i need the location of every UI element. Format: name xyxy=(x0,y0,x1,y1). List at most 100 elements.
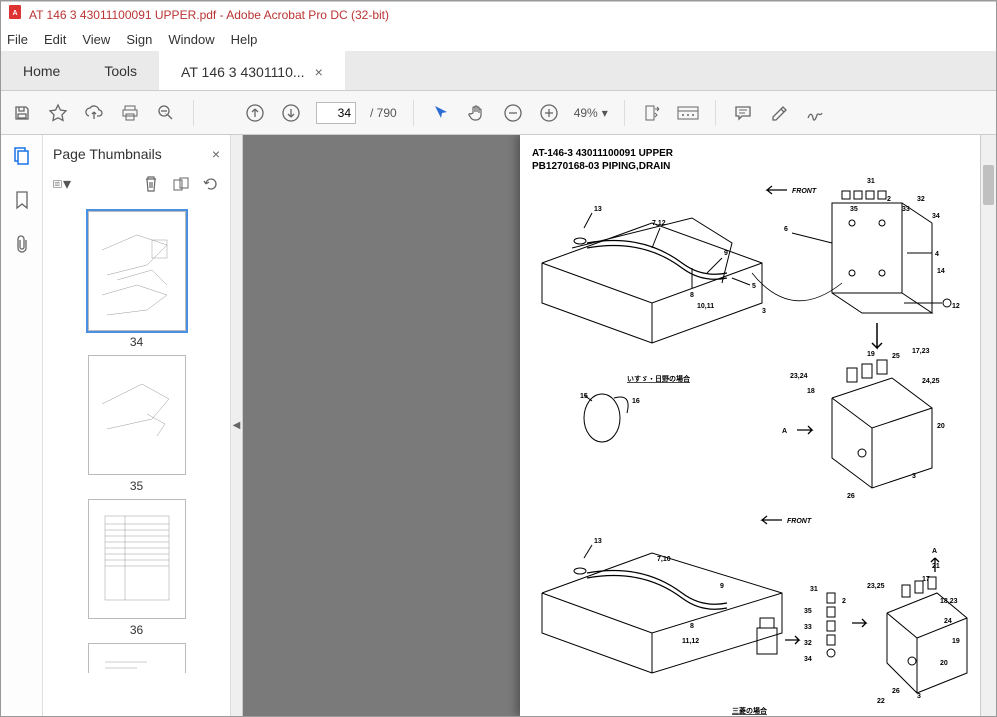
cloud-upload-icon[interactable] xyxy=(83,102,105,124)
tab-document[interactable]: AT 146 3 4301110... × xyxy=(159,51,345,90)
zoom-value: 49% xyxy=(574,106,598,120)
svg-text:31: 31 xyxy=(867,178,875,185)
thumbnails-title: Page Thumbnails xyxy=(53,146,162,162)
svg-text:22: 22 xyxy=(877,698,885,705)
svg-text:FRONT: FRONT xyxy=(787,518,812,525)
svg-text:2: 2 xyxy=(887,196,891,203)
pdf-icon: A xyxy=(7,4,23,25)
bookmark-rail-icon[interactable] xyxy=(11,189,33,211)
zoom-in-icon[interactable] xyxy=(538,102,560,124)
svg-text:35: 35 xyxy=(850,206,858,213)
page-total-label: / 790 xyxy=(370,106,397,120)
tab-home[interactable]: Home xyxy=(1,51,82,90)
hand-pan-icon[interactable] xyxy=(466,102,488,124)
svg-text:3: 3 xyxy=(762,308,766,315)
thumbnail-page-34[interactable]: 34 xyxy=(88,211,186,349)
fit-width-icon[interactable] xyxy=(641,102,663,124)
svg-text:33: 33 xyxy=(804,624,812,631)
svg-text:6: 6 xyxy=(784,226,788,233)
thumbnail-label: 36 xyxy=(130,623,143,637)
delete-page-icon[interactable] xyxy=(142,175,160,193)
svg-text:9: 9 xyxy=(724,250,728,257)
svg-text:24,25: 24,25 xyxy=(922,378,940,385)
svg-text:11,12: 11,12 xyxy=(682,638,699,645)
save-icon[interactable] xyxy=(11,102,33,124)
page-up-icon[interactable] xyxy=(244,102,266,124)
svg-text:14: 14 xyxy=(937,268,945,275)
scrollbar-thumb[interactable] xyxy=(983,165,994,205)
svg-text:7,10: 7,10 xyxy=(657,556,671,563)
thumbnails-list[interactable]: 34 35 36 xyxy=(43,201,230,716)
zoom-out-icon[interactable] xyxy=(502,102,524,124)
drawing-title-2: PB1270168-03 PIPING,DRAIN xyxy=(532,160,968,173)
svg-text:26: 26 xyxy=(892,688,900,695)
svg-text:16: 16 xyxy=(632,398,640,405)
thumb-options-icon[interactable]: ▾ xyxy=(53,175,71,193)
svg-text:5: 5 xyxy=(752,283,756,290)
svg-text:32: 32 xyxy=(804,640,812,647)
svg-text:13: 13 xyxy=(594,538,602,545)
close-panel-icon[interactable]: × xyxy=(212,146,220,162)
star-icon[interactable] xyxy=(47,102,69,124)
comment-icon[interactable] xyxy=(732,102,754,124)
rotate-page-icon[interactable] xyxy=(172,175,190,193)
toolbar-separator xyxy=(624,100,625,126)
page-down-icon[interactable] xyxy=(280,102,302,124)
svg-text:24: 24 xyxy=(944,618,952,625)
highlight-icon[interactable] xyxy=(768,102,790,124)
title-bar: A AT 146 3 43011100091 UPPER.pdf - Adobe… xyxy=(1,1,996,27)
tab-tools[interactable]: Tools xyxy=(82,51,159,90)
tab-home-label: Home xyxy=(23,63,60,79)
drawing-title-1: AT-146-3 43011100091 UPPER xyxy=(532,147,968,160)
thumbnail-page-36[interactable]: 36 xyxy=(88,499,186,637)
menu-help[interactable]: Help xyxy=(231,32,258,47)
svg-text:10,11: 10,11 xyxy=(697,303,714,310)
svg-text:12: 12 xyxy=(952,303,960,310)
menu-window[interactable]: Window xyxy=(168,32,214,47)
menu-file[interactable]: File xyxy=(7,32,28,47)
page-display-icon[interactable] xyxy=(677,102,699,124)
svg-text:21: 21 xyxy=(932,563,940,570)
svg-text:17: 17 xyxy=(922,576,930,583)
thumbnail-page-37[interactable] xyxy=(88,643,186,673)
svg-text:23,24: 23,24 xyxy=(790,373,808,380)
svg-text:34: 34 xyxy=(932,213,940,220)
thumbnails-rail-icon[interactable] xyxy=(11,145,33,167)
collapse-arrow-icon: ◀ xyxy=(233,420,241,431)
svg-text:A: A xyxy=(782,428,787,435)
page-number-input[interactable] xyxy=(316,102,356,124)
vertical-scrollbar[interactable] xyxy=(980,135,996,716)
window-title: AT 146 3 43011100091 UPPER.pdf - Adobe A… xyxy=(29,8,389,22)
svg-text:13: 13 xyxy=(594,206,602,213)
thumbnail-label: 34 xyxy=(130,335,143,349)
panel-splitter[interactable]: ◀ xyxy=(231,135,243,716)
chevron-down-icon: ▾ xyxy=(602,106,608,120)
svg-text:26: 26 xyxy=(847,493,855,500)
document-viewport[interactable]: AT-146-3 43011100091 UPPER PB1270168-03 … xyxy=(243,135,980,716)
svg-text:7,12: 7,12 xyxy=(652,220,666,227)
svg-text:いすゞ・日野の場合: いすゞ・日野の場合 xyxy=(627,374,691,383)
menu-view[interactable]: View xyxy=(82,32,110,47)
svg-text:34: 34 xyxy=(804,656,812,663)
toolbar-separator xyxy=(715,100,716,126)
close-tab-icon[interactable]: × xyxy=(315,64,323,80)
svg-text:4: 4 xyxy=(935,251,939,258)
selection-arrow-icon[interactable] xyxy=(430,102,452,124)
undo-icon[interactable] xyxy=(202,175,220,193)
svg-text:3: 3 xyxy=(912,473,916,480)
print-icon[interactable] xyxy=(119,102,141,124)
tab-tools-label: Tools xyxy=(104,63,137,79)
menu-sign[interactable]: Sign xyxy=(126,32,152,47)
sign-icon[interactable] xyxy=(804,102,826,124)
menu-edit[interactable]: Edit xyxy=(44,32,66,47)
thumbnail-page-35[interactable]: 35 xyxy=(88,355,186,493)
toolbar: / 790 49% ▾ xyxy=(1,91,996,135)
zoom-level-dropdown[interactable]: 49% ▾ xyxy=(574,106,608,120)
attachment-rail-icon[interactable] xyxy=(11,233,33,255)
svg-text:9: 9 xyxy=(720,583,724,590)
svg-text:FRONT: FRONT xyxy=(792,188,817,195)
svg-text:17,23: 17,23 xyxy=(912,348,930,355)
zoom-out-magnify-icon[interactable] xyxy=(155,102,177,124)
thumbnails-panel: Page Thumbnails × ▾ 34 35 36 xyxy=(43,135,231,716)
svg-text:18: 18 xyxy=(807,388,815,395)
